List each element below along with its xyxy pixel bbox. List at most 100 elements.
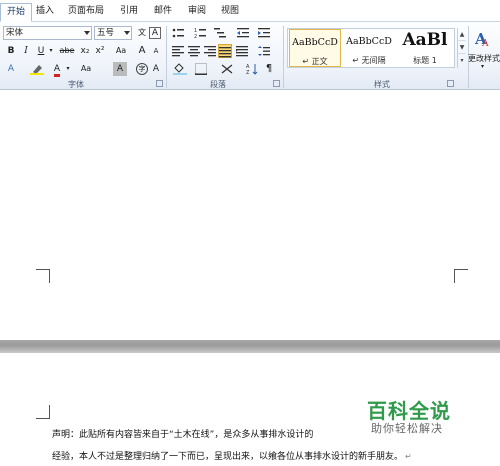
line-spacing-button[interactable] (257, 44, 271, 58)
italic-icon: I (24, 46, 28, 56)
svg-text:Z: Z (246, 70, 250, 75)
style-sample: AaBbCcD (292, 37, 338, 48)
shrink-font-icon: A (153, 47, 159, 55)
enclosed-char-icon: 字 (136, 63, 148, 75)
font-size-combo[interactable]: 五号 (94, 26, 132, 40)
gallery-scrollbar[interactable]: ▲ ▼ ▾ (457, 28, 466, 68)
tab-references[interactable]: 引用 (114, 3, 144, 22)
clear-formatting-button[interactable]: A (149, 62, 163, 76)
increase-indent-icon (258, 28, 270, 38)
numbering-button[interactable]: 12 (193, 26, 207, 40)
bold-button[interactable]: B (4, 44, 18, 58)
chevron-down-icon (84, 31, 90, 35)
tab-mailings[interactable]: 邮件 (148, 3, 178, 22)
line-text: 声明：此贴所有内容皆来自于“土木在线”，是众多从事排水设计的 (52, 430, 314, 440)
watermark: 百科全说 助你轻松解决 (357, 393, 463, 437)
shading-button[interactable] (171, 62, 189, 76)
document-line-2[interactable]: 经验，本人不过是整理归纳了一下而已，呈现出来，以飨各位从事排水设计的新手朋友。 ↵ (52, 449, 412, 462)
sort-icon: AZ (246, 64, 258, 75)
phonetic-guide-button[interactable]: 文 (135, 26, 149, 40)
crop-mark (36, 269, 50, 283)
change-case-button-2[interactable]: Aa (78, 62, 94, 76)
char-shading-button[interactable]: A (113, 62, 127, 76)
align-center-button[interactable] (187, 44, 201, 58)
char-border-button[interactable]: A (149, 27, 161, 39)
char-border-icon: A (151, 28, 159, 38)
text-effect-button[interactable]: A (4, 62, 18, 76)
styles-group-label: 样式 (374, 80, 390, 89)
tab-home[interactable]: 开始 (0, 3, 33, 22)
change-case-button[interactable]: Aa (113, 44, 129, 58)
style-name: 标题 1 (413, 56, 437, 65)
scroll-up-icon[interactable]: ▲ (458, 28, 466, 41)
align-left-icon (172, 46, 184, 57)
bullets-button[interactable] (171, 26, 185, 40)
decrease-indent-button[interactable] (236, 26, 250, 40)
borders-button[interactable] (194, 62, 208, 76)
font-color-button[interactable]: A (50, 62, 64, 77)
font-dialog-launcher[interactable] (156, 80, 163, 87)
align-right-button[interactable] (203, 44, 217, 58)
justify-icon (219, 47, 231, 58)
font-name-combo[interactable]: 宋体 (3, 26, 92, 40)
quick-styles-gallery: AaBbCcD ↵ 正文 AaBbCcD ↵ 无间隔 AaBl 标题 1 (287, 28, 455, 68)
paragraph-dialog-launcher[interactable] (273, 80, 280, 87)
font-size-value: 五号 (97, 28, 115, 38)
superscript-button[interactable]: x² (93, 44, 107, 58)
numbered-list-icon: 12 (194, 28, 206, 39)
font-color-dropdown[interactable]: ▾ (64, 62, 72, 76)
page-1[interactable] (0, 91, 500, 340)
paint-bucket-icon (173, 63, 187, 75)
tab-insert[interactable]: 插入 (30, 3, 60, 22)
page-gap (0, 340, 500, 353)
tab-view[interactable]: 视图 (215, 3, 245, 22)
svg-text:2: 2 (194, 34, 197, 39)
distributed-button[interactable] (235, 44, 249, 58)
style-heading-1[interactable]: AaBl 标题 1 (397, 29, 453, 67)
style-sample: AaBl (402, 30, 448, 50)
crop-mark (36, 405, 50, 419)
strikethrough-icon: abe (59, 46, 75, 55)
style-name: ↵ 正文 (302, 57, 328, 66)
highlight-button[interactable] (28, 62, 46, 76)
underline-button[interactable]: U (34, 44, 48, 58)
pilcrow-icon: ¶ (265, 63, 273, 74)
sort-button[interactable]: AZ (245, 62, 259, 76)
gallery-more-icon[interactable]: ▾ (458, 54, 466, 67)
subscript-button[interactable]: x₂ (78, 44, 92, 58)
strikethrough-button[interactable]: abe (58, 44, 76, 58)
chinese-layout-icon (221, 64, 233, 74)
tab-review[interactable]: 审阅 (182, 3, 212, 22)
styles-dialog-launcher[interactable] (447, 80, 454, 87)
align-left-button[interactable] (171, 44, 185, 58)
multilevel-list-button[interactable] (213, 26, 227, 40)
clear-formatting-icon: A (152, 64, 160, 74)
grow-font-button[interactable]: A (135, 44, 149, 58)
shrink-font-button[interactable]: A (149, 44, 163, 58)
text-effect-icon: A (7, 64, 15, 74)
underline-dropdown[interactable]: ▾ (47, 44, 55, 58)
line-spacing-icon (258, 46, 270, 56)
align-center-icon (188, 46, 200, 57)
justify-button[interactable] (218, 44, 232, 58)
align-right-icon (204, 46, 216, 57)
show-marks-button[interactable]: ¶ (262, 62, 276, 76)
document-line-1[interactable]: 声明：此贴所有内容皆来自于“土木在线”，是众多从事排水设计的 (52, 427, 313, 440)
group-separator (283, 26, 284, 88)
change-styles-icon: A A (474, 30, 489, 48)
scroll-down-icon[interactable]: ▼ (458, 41, 466, 54)
increase-indent-button[interactable] (257, 26, 271, 40)
chevron-down-icon: ▾ (481, 63, 485, 70)
style-sample: AaBbCcD (346, 36, 392, 47)
chevron-down-icon (124, 31, 130, 35)
subscript-icon: x₂ (80, 46, 90, 56)
italic-button[interactable]: I (19, 44, 33, 58)
grow-font-icon: A (138, 45, 146, 56)
style-normal[interactable]: AaBbCcD ↵ 正文 (289, 29, 341, 67)
underline-icon: U (37, 46, 45, 56)
change-styles-button[interactable]: A A 更改样式 ▾ (468, 26, 500, 78)
tab-page-layout[interactable]: 页面布局 (62, 3, 110, 22)
circle-char-button[interactable]: 字 (135, 62, 149, 76)
style-no-spacing[interactable]: AaBbCcD ↵ 无间隔 (343, 29, 395, 67)
chinese-layout-button[interactable] (220, 62, 234, 76)
